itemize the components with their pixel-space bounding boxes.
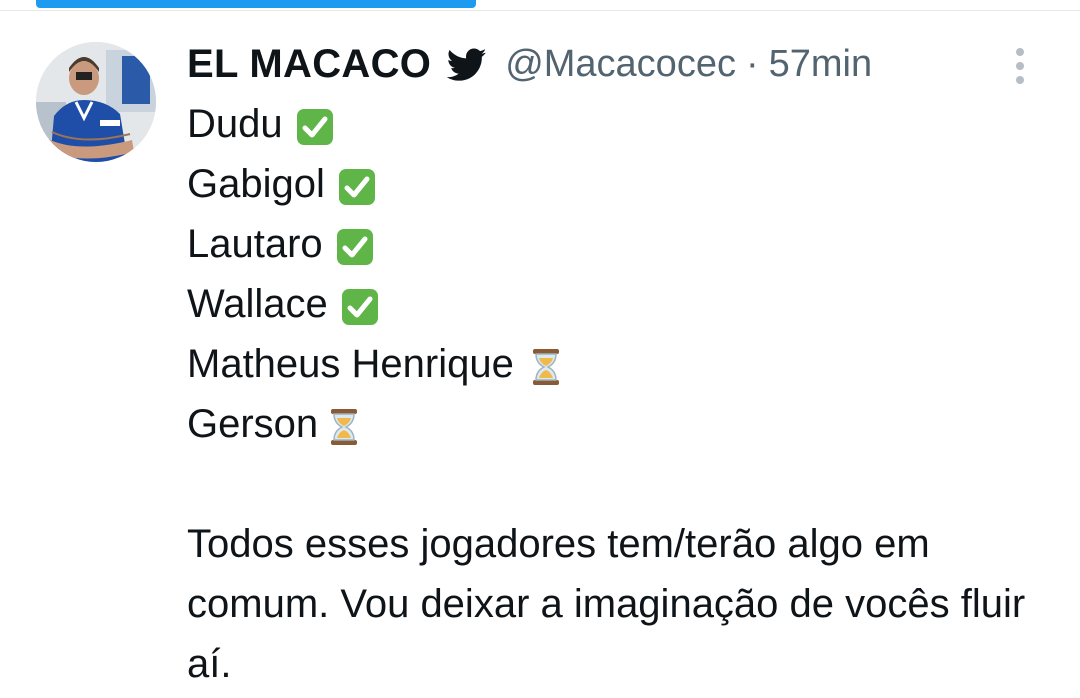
divider <box>0 10 1080 11</box>
timestamp[interactable]: 57min <box>769 43 873 86</box>
list-item: Gerson <box>187 394 1067 454</box>
list-item: Wallace <box>187 274 1067 334</box>
player-name: Dudu <box>187 102 283 146</box>
tweet-view: EL MACACO @Macacocec · 57min Dudu Gabigo… <box>0 0 1080 698</box>
check-mark-button-icon <box>335 224 375 265</box>
more-options-button[interactable] <box>1006 44 1034 88</box>
twitter-bird-icon <box>446 48 487 82</box>
list-item: Dudu <box>187 94 1067 154</box>
loading-progress-bar <box>36 0 476 8</box>
player-name: Matheus Henrique <box>187 342 514 386</box>
hourglass-icon <box>526 344 566 385</box>
tweet-header: EL MACACO @Macacocec · 57min <box>187 38 872 90</box>
player-name: Gabigol <box>187 162 325 206</box>
avatar-image <box>36 42 156 162</box>
player-name: Gerson <box>187 402 319 446</box>
display-name[interactable]: EL MACACO <box>187 42 431 87</box>
list-item: Gabigol <box>187 154 1067 214</box>
list-item: Lautaro <box>187 214 1067 274</box>
check-mark-button-icon <box>340 284 380 325</box>
tweet-text: Dudu Gabigol Lautaro Wallace Matheus Hen… <box>187 94 1067 694</box>
user-handle[interactable]: @Macacocec <box>505 43 736 86</box>
vertical-ellipsis-icon <box>1016 48 1024 84</box>
avatar[interactable] <box>36 42 156 162</box>
separator-dot: · <box>745 42 759 85</box>
check-mark-button-icon <box>337 164 377 205</box>
hourglass-icon <box>324 404 364 445</box>
player-name: Wallace <box>187 282 328 326</box>
check-mark-button-icon <box>295 104 335 145</box>
list-item: Matheus Henrique <box>187 334 1067 394</box>
tweet-paragraph: Todos esses jogadores tem/terão algo em … <box>187 522 1026 686</box>
player-name: Lautaro <box>187 222 323 266</box>
